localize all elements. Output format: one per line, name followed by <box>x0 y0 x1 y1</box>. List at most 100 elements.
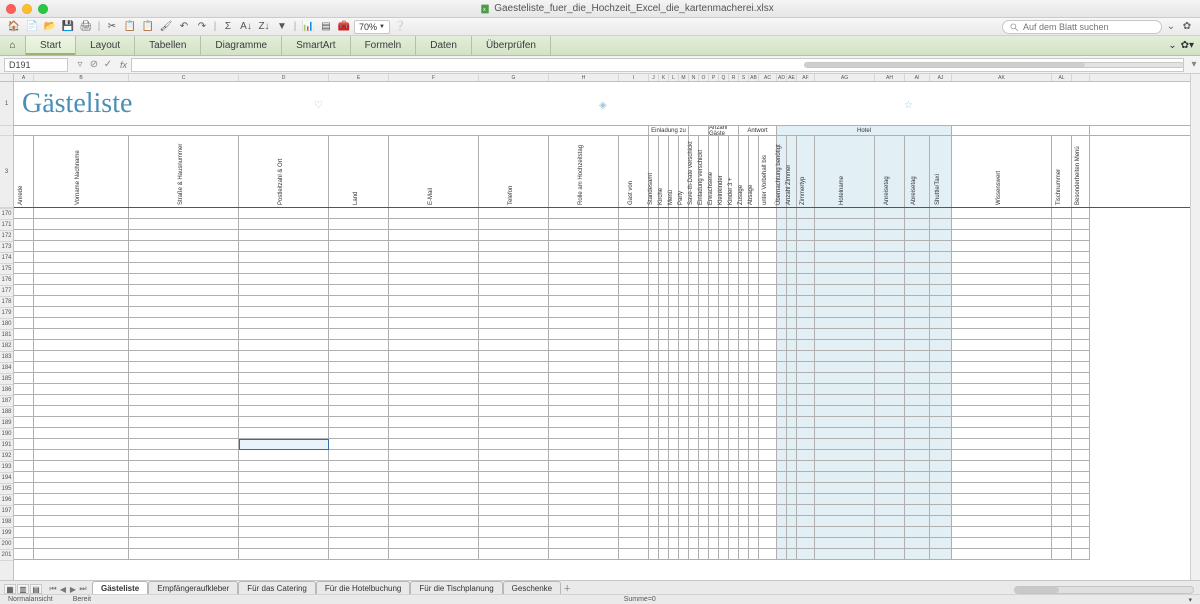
chart-icon[interactable]: 📊 <box>300 20 316 34</box>
table-row[interactable] <box>14 384 1200 395</box>
column-header-hotelname[interactable]: Hotelname <box>815 136 875 207</box>
col-letter[interactable]: J <box>649 74 659 81</box>
sheet-tab-für-die-tischplanung[interactable]: Für die Tischplanung <box>410 581 502 594</box>
column-header-anzahl_zimmer[interactable]: Anzahl Zimmer <box>787 136 797 207</box>
table-row[interactable] <box>14 307 1200 318</box>
sheet-tab-für-die-hotelbuchung[interactable]: Für die Hotelbuchung <box>316 581 411 594</box>
sheet-tab-für-das-catering[interactable]: Für das Catering <box>238 581 316 594</box>
row-number[interactable]: 171 <box>0 220 13 231</box>
table-row[interactable] <box>14 450 1200 461</box>
save-icon[interactable]: 💾 <box>60 20 76 34</box>
row-number[interactable]: 182 <box>0 341 13 352</box>
table-row[interactable] <box>14 417 1200 428</box>
row-number[interactable]: 194 <box>0 473 13 484</box>
col-letter[interactable]: E <box>329 74 389 81</box>
column-header-gast_von[interactable]: Gast von <box>619 136 649 207</box>
table-row[interactable] <box>14 395 1200 406</box>
col-letter[interactable]: M <box>679 74 689 81</box>
col-letter[interactable]: B <box>34 74 129 81</box>
ribbon-gear-icon[interactable]: ✿▾ <box>1181 40 1194 51</box>
column-header-anreisetag[interactable]: Anreisetag <box>875 136 905 207</box>
row-number[interactable]: 179 <box>0 308 13 319</box>
row-number[interactable]: 183 <box>0 352 13 363</box>
minimize-window-button[interactable] <box>22 4 32 14</box>
col-letter[interactable]: AI <box>905 74 930 81</box>
table-row[interactable] <box>14 351 1200 362</box>
column-header-unter_vorbehalt[interactable]: unter Vorbehalt bis <box>759 136 777 207</box>
ribbon-tab-smartart[interactable]: SmartArt <box>282 36 350 55</box>
tab-nav-last-icon[interactable]: ⏭ <box>78 584 88 594</box>
sum-icon[interactable]: Σ <box>220 20 236 34</box>
col-letter[interactable]: G <box>479 74 549 81</box>
col-letter[interactable]: R <box>729 74 739 81</box>
tab-nav-prev-icon[interactable]: ◀ <box>58 584 68 594</box>
open-icon[interactable]: 📂 <box>42 20 58 34</box>
column-header-besonderheiten[interactable]: Besonderheiten Menü <box>1072 136 1090 207</box>
grid-rows[interactable] <box>14 208 1200 560</box>
row-number[interactable]: 177 <box>0 286 13 297</box>
ribbon-tab-layout[interactable]: Layout <box>76 36 135 55</box>
workbook-icon[interactable]: 📄 <box>24 20 40 34</box>
row-number[interactable]: 174 <box>0 253 13 264</box>
table-row[interactable] <box>14 252 1200 263</box>
page-break-view-icon[interactable]: ▤ <box>30 584 42 594</box>
sheet-tab-geschenke[interactable]: Geschenke <box>503 581 561 594</box>
row-number[interactable]: 188 <box>0 407 13 418</box>
col-letter[interactable]: S <box>739 74 749 81</box>
column-header-wissenswert[interactable]: Wissenswert <box>952 136 1052 207</box>
table-row[interactable] <box>14 472 1200 483</box>
horizontal-scrollbar[interactable] <box>1014 586 1194 594</box>
col-letter[interactable]: AF <box>797 74 815 81</box>
tab-nav-next-icon[interactable]: ▶ <box>68 584 78 594</box>
table-row[interactable] <box>14 274 1200 285</box>
name-box-dropdown-icon[interactable]: ▿ <box>74 59 86 71</box>
row-number[interactable]: 187 <box>0 396 13 407</box>
formula-expand-icon[interactable]: ▾ <box>1188 59 1200 70</box>
settings-icon[interactable]: ✿ <box>1180 20 1194 34</box>
table-row[interactable] <box>14 208 1200 219</box>
col-letter[interactable]: AH <box>875 74 905 81</box>
table-row[interactable] <box>14 505 1200 516</box>
status-dropdown-icon[interactable]: ▾ <box>1188 596 1192 604</box>
normal-view-icon[interactable]: ▦ <box>4 584 16 594</box>
vertical-scrollbar[interactable] <box>1190 74 1200 580</box>
col-letter[interactable]: AE <box>787 74 797 81</box>
ribbon-home-icon[interactable]: ⌂ <box>0 36 26 55</box>
table-row[interactable] <box>14 241 1200 252</box>
copy-icon[interactable]: 📋 <box>122 20 138 34</box>
row-number[interactable]: 176 <box>0 275 13 286</box>
column-header-plz_ort[interactable]: Postleitzahl & Ort <box>239 136 329 207</box>
table-row[interactable] <box>14 461 1200 472</box>
column-header-absage[interactable]: Absage <box>749 136 759 207</box>
table-row[interactable] <box>14 516 1200 527</box>
top-horizontal-scroll[interactable] <box>804 62 1184 68</box>
col-letter[interactable]: P <box>709 74 719 81</box>
row-number[interactable]: 178 <box>0 297 13 308</box>
row-number[interactable]: 173 <box>0 242 13 253</box>
table-row[interactable] <box>14 373 1200 384</box>
table-row[interactable] <box>14 406 1200 417</box>
undo-icon[interactable]: ↶ <box>176 20 192 34</box>
search-field[interactable] <box>1002 20 1162 34</box>
column-header-rolle[interactable]: Rolle am Hochzeitstag <box>549 136 619 207</box>
row-number[interactable]: 172 <box>0 231 13 242</box>
table-row[interactable] <box>14 428 1200 439</box>
sheet-tab-empfängeraufkleber[interactable]: Empfängeraufkleber <box>148 581 238 594</box>
print-icon[interactable]: 🖨 <box>78 20 94 34</box>
col-letter[interactable]: AC <box>759 74 777 81</box>
format-painter-icon[interactable]: 🖌 <box>158 20 174 34</box>
ribbon-tab-formeln[interactable]: Formeln <box>351 36 417 55</box>
col-letter[interactable]: A <box>14 74 34 81</box>
ribbon-tab-daten[interactable]: Daten <box>416 36 472 55</box>
row-number[interactable]: 191 <box>0 440 13 451</box>
table-row[interactable] <box>14 494 1200 505</box>
row-number[interactable]: 199 <box>0 528 13 539</box>
table-row[interactable] <box>14 439 1200 450</box>
col-letter[interactable]: AG <box>815 74 875 81</box>
table-row[interactable] <box>14 329 1200 340</box>
col-letter[interactable]: AB <box>749 74 759 81</box>
col-letter[interactable]: K <box>659 74 669 81</box>
page-layout-view-icon[interactable]: ▥ <box>17 584 29 594</box>
row-number[interactable]: 190 <box>0 429 13 440</box>
col-letter[interactable]: AK <box>952 74 1052 81</box>
